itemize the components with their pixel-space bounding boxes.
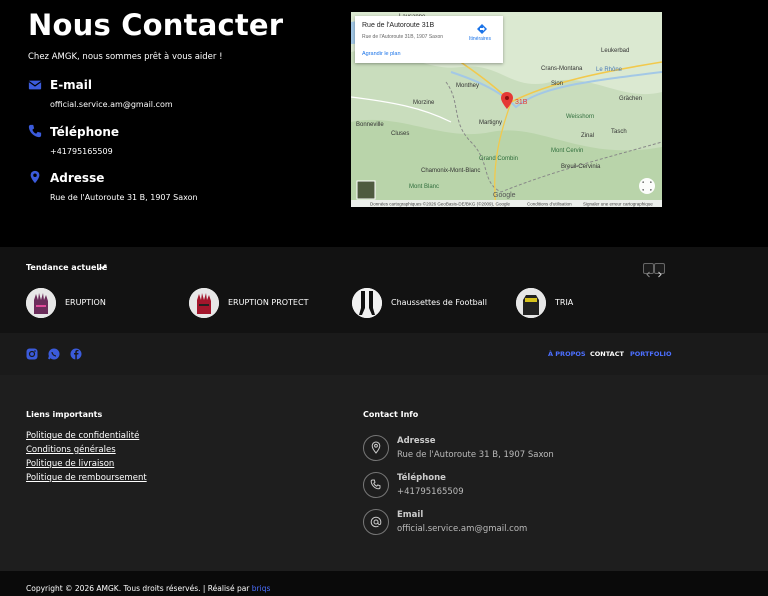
map-card-address: Rue de l'Autoroute 31B, 1907 Saxon: [362, 34, 444, 40]
trending-label: Tendance actuelle: [26, 263, 108, 272]
product-thumbnail: [26, 288, 56, 318]
map-label: Leukerbad: [601, 48, 629, 54]
trending-item-name: TRIA: [555, 298, 574, 307]
footer-address-value: Rue de l'Autoroute 31 B, 1907 Saxon: [397, 450, 554, 460]
trending-item-name: Chaussettes de Football: [391, 298, 488, 307]
map-label: Bonneville: [356, 122, 384, 128]
trending-item[interactable]: ERUPTION: [26, 288, 166, 320]
at-icon: [370, 516, 382, 528]
map-label: Monthey: [456, 83, 479, 89]
nav-link-contact[interactable]: CONTACT: [590, 350, 624, 358]
footer-email-value: official.service.am@gmail.com: [397, 524, 528, 534]
trending-item-name: ERUPTION: [65, 298, 106, 307]
trending-prev-button[interactable]: [643, 263, 654, 278]
footer-link-refund[interactable]: Politique de remboursement: [26, 473, 147, 483]
map-label: Chamonix-Mont-Blanc: [421, 168, 480, 174]
footer-email-title: Email: [397, 510, 424, 520]
trending-item-name: ERUPTION PROTECT: [228, 298, 309, 307]
envelope-icon: [28, 80, 42, 90]
map-report: Signaler une erreur cartographique: [583, 202, 653, 207]
product-thumbnail: [352, 288, 382, 318]
phone-icon: [370, 479, 381, 490]
copyright-text: Copyright © 2026 AMGK. Tous droits réser…: [26, 584, 252, 593]
email-title: E-mail: [50, 78, 93, 92]
footer-email-icon-wrap: [363, 509, 389, 535]
location-pin-icon: [30, 170, 40, 184]
chevron-right-icon: [658, 271, 662, 278]
footer-phone-title: Téléphone: [397, 473, 446, 483]
nav-link-portfolio[interactable]: PORTFOLIO: [630, 350, 672, 358]
trending-item[interactable]: ERUPTION PROTECT: [189, 288, 329, 320]
marker-label: 31B: [515, 99, 528, 106]
map-label: Morzine: [413, 100, 435, 106]
footer-phone-icon-wrap: [363, 472, 389, 498]
map-info-card: Rue de l'Autoroute 31B Rue de l'Autorout…: [355, 16, 503, 63]
map-label: Mont Cervin: [551, 148, 583, 154]
phone-icon: [28, 124, 42, 138]
map-enlarge-link[interactable]: Agrandir le plan: [362, 51, 401, 57]
map-label: Cluses: [391, 131, 409, 137]
footer-phone-value: +41795165509: [397, 487, 464, 497]
trending-item[interactable]: TRIA: [516, 288, 656, 320]
product-thumbnail: [189, 288, 219, 318]
credit-link[interactable]: briqs: [252, 584, 271, 593]
map-terms: Conditions d'utilisation: [527, 202, 572, 207]
map-label: Zinal: [581, 133, 594, 139]
contact-intro: Chez AMGK, nous sommes prêt à vous aider…: [28, 52, 223, 62]
map-label: Google: [493, 192, 516, 199]
footer-link-privacy[interactable]: Politique de confidentialité: [26, 431, 139, 441]
map-label: Weisshorn: [566, 114, 594, 120]
footer-link-terms[interactable]: Conditions générales: [26, 445, 116, 455]
footer-address-title: Adresse: [397, 436, 436, 446]
nav-link-about[interactable]: À PROPOS: [548, 350, 586, 358]
map-attribution: Données cartographiques ©2026 GeoBasis-D…: [370, 201, 510, 207]
map-label: Tasch: [611, 129, 627, 135]
copyright: Copyright © 2026 AMGK. Tous droits réser…: [26, 584, 270, 593]
directions-label[interactable]: Itinéraires: [469, 36, 491, 42]
trending-item[interactable]: Chaussettes de Football: [352, 288, 512, 320]
map-label: Martigny: [479, 120, 502, 126]
map-label: Grächen: [619, 96, 642, 102]
footer-address-icon-wrap: [363, 435, 389, 461]
phone-title: Téléphone: [50, 125, 120, 139]
instagram-icon[interactable]: [26, 348, 38, 360]
map-label: Breuil-Cervinia: [561, 164, 601, 170]
map-label: Sion: [551, 81, 563, 87]
phone-value[interactable]: +41795165509: [50, 147, 113, 156]
facebook-icon[interactable]: [70, 348, 82, 360]
address-value: Rue de l'Autoroute 31 B, 1907 Saxon: [50, 193, 198, 202]
footer-links-heading: Liens importants: [26, 410, 103, 419]
map-label: Grand Combin: [479, 156, 518, 162]
chevron-left-icon: [646, 271, 650, 278]
footer-link-shipping[interactable]: Politique de livraison: [26, 459, 114, 469]
directions-icon[interactable]: [477, 24, 487, 34]
map-card-title: Rue de l'Autoroute 31B: [362, 22, 435, 29]
map-label: Mont Blanc: [409, 184, 439, 190]
whatsapp-icon[interactable]: [48, 348, 60, 360]
address-title: Adresse: [50, 171, 105, 185]
map-label: Le Rhône: [596, 67, 623, 73]
email-value[interactable]: official.service.am@gmail.com: [50, 100, 173, 109]
trending-next-button[interactable]: [654, 263, 665, 278]
footer-contact-heading: Contact Info: [363, 410, 419, 419]
page-title: Nous Contacter: [28, 8, 284, 42]
map-label: Crans-Montana: [541, 66, 583, 72]
location-icon: [371, 441, 381, 454]
trending-up-icon: [98, 264, 107, 271]
product-thumbnail: [516, 288, 546, 318]
